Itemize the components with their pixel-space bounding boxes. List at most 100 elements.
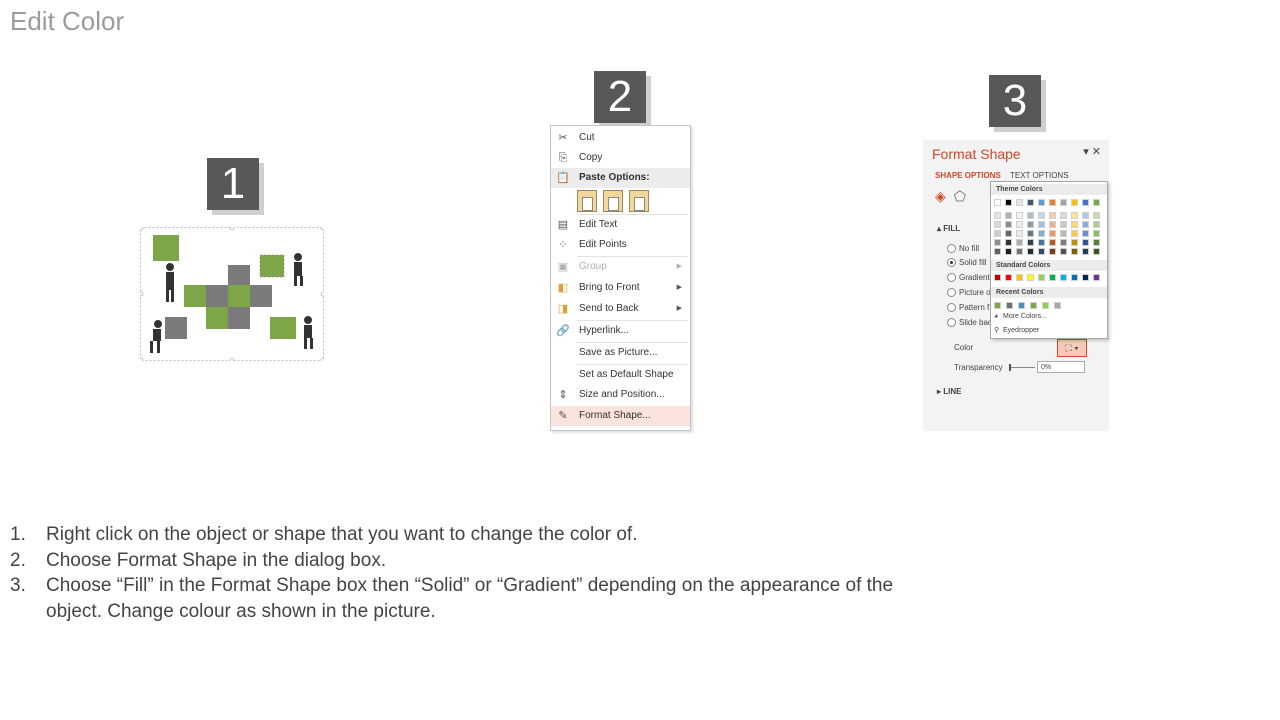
theme-shade-swatch[interactable] (1093, 212, 1100, 219)
paste-keep-format-icon[interactable] (603, 190, 623, 212)
standard-color-swatch[interactable] (1093, 274, 1100, 281)
pane-options-icon[interactable]: ▾ (1083, 146, 1089, 158)
standard-color-swatch[interactable] (1016, 274, 1023, 281)
radio-button[interactable] (947, 303, 956, 313)
radio-pattern-fill[interactable]: Pattern f (947, 303, 989, 313)
theme-shade-swatch[interactable] (994, 212, 1001, 219)
recent-color-swatch[interactable] (994, 302, 1001, 309)
theme-shade-swatch[interactable] (1071, 230, 1078, 237)
theme-shade-swatch[interactable] (1060, 248, 1067, 255)
theme-shade-swatch[interactable] (1049, 230, 1056, 237)
recent-color-swatch[interactable] (1054, 302, 1061, 309)
menu-item-cut[interactable]: ✂ Cut (551, 128, 690, 148)
radio-solid-fill[interactable]: Solid fill (947, 258, 987, 268)
standard-color-swatch[interactable] (1082, 274, 1089, 281)
theme-shade-swatch[interactable] (994, 248, 1001, 255)
tab-text-options[interactable]: TEXT OPTIONS (1010, 171, 1069, 180)
theme-color-swatch[interactable] (1038, 199, 1045, 206)
theme-shade-swatch[interactable] (1093, 221, 1100, 228)
menu-item-edit-text[interactable]: ▤ Edit Text (551, 215, 690, 235)
theme-shade-swatch[interactable] (1060, 212, 1067, 219)
theme-shade-swatch[interactable] (1027, 212, 1034, 219)
standard-color-swatch[interactable] (1005, 274, 1012, 281)
eyedropper-link[interactable]: ⚲ Eyedropper (994, 326, 1039, 334)
paste-picture-icon[interactable] (629, 190, 649, 212)
radio-button-selected[interactable] (947, 258, 956, 268)
theme-shade-swatch[interactable] (1005, 212, 1012, 219)
theme-shade-swatch[interactable] (1005, 248, 1012, 255)
theme-shade-swatch[interactable] (994, 230, 1001, 237)
menu-item-hyperlink[interactable]: 🔗 Hyperlink... (551, 321, 690, 341)
transparency-slider[interactable] (1009, 367, 1035, 368)
color-picker-button[interactable]: ⛶ ▾ (1057, 339, 1087, 357)
theme-shade-swatch[interactable] (1071, 221, 1078, 228)
recent-color-swatch[interactable] (1042, 302, 1049, 309)
menu-item-size-and-position[interactable]: ⇕ Size and Position... (551, 385, 690, 405)
menu-item-edit-points[interactable]: ⁘ Edit Points (551, 235, 690, 255)
line-section-header[interactable]: ▸ LINE (937, 387, 961, 396)
theme-color-swatch[interactable] (1005, 199, 1012, 206)
menu-item-format-shape[interactable]: ✎ Format Shape... (551, 406, 690, 426)
radio-button[interactable] (947, 244, 956, 254)
menu-item-set-default-shape[interactable]: Set as Default Shape (551, 365, 690, 385)
transparency-input[interactable]: 0% (1037, 361, 1085, 373)
theme-shade-swatch[interactable] (1060, 230, 1067, 237)
radio-button[interactable] (947, 288, 956, 298)
theme-color-swatch[interactable] (1049, 199, 1056, 206)
theme-shade-swatch[interactable] (994, 221, 1001, 228)
theme-shade-swatch[interactable] (1016, 239, 1023, 246)
theme-shade-swatch[interactable] (1038, 248, 1045, 255)
theme-color-swatch[interactable] (1071, 199, 1078, 206)
radio-button[interactable] (947, 273, 956, 283)
theme-shade-swatch[interactable] (1016, 212, 1023, 219)
menu-item-send-to-back[interactable]: ◨ Send to Back ▶ (551, 299, 690, 319)
puzzle-illustration[interactable] (140, 227, 324, 361)
close-icon[interactable]: ✕ (1092, 146, 1101, 158)
radio-no-fill[interactable]: No fill (947, 244, 979, 254)
transparency-slider-thumb[interactable] (1009, 364, 1011, 371)
standard-color-swatch[interactable] (994, 274, 1001, 281)
theme-color-swatch[interactable] (994, 199, 1001, 206)
radio-slide-background-fill[interactable]: Slide bac (947, 318, 992, 328)
theme-color-swatch[interactable] (1016, 199, 1023, 206)
effects-pentagon-icon[interactable]: ⬠ (954, 188, 966, 204)
standard-color-swatch[interactable] (1027, 274, 1034, 281)
standard-color-swatch[interactable] (1060, 274, 1067, 281)
theme-shade-swatch[interactable] (1038, 230, 1045, 237)
menu-item-bring-to-front[interactable]: ◧ Bring to Front ▶ (551, 278, 690, 298)
fill-line-icon[interactable]: ◈ (935, 188, 946, 204)
theme-shade-swatch[interactable] (1016, 221, 1023, 228)
theme-color-swatch[interactable] (1082, 199, 1089, 206)
menu-item-save-as-picture[interactable]: Save as Picture... (551, 343, 690, 363)
theme-shade-swatch[interactable] (1049, 248, 1056, 255)
theme-shade-swatch[interactable] (1071, 212, 1078, 219)
theme-shade-swatch[interactable] (1082, 230, 1089, 237)
theme-shade-swatch[interactable] (1093, 230, 1100, 237)
standard-color-swatch[interactable] (1038, 274, 1045, 281)
theme-shade-swatch[interactable] (1038, 212, 1045, 219)
tab-shape-options[interactable]: SHAPE OPTIONS (935, 171, 1001, 180)
recent-color-swatch[interactable] (1006, 302, 1013, 309)
theme-shade-swatch[interactable] (1027, 248, 1034, 255)
theme-color-swatch[interactable] (1060, 199, 1067, 206)
standard-color-swatch[interactable] (1071, 274, 1078, 281)
theme-shade-swatch[interactable] (1005, 239, 1012, 246)
theme-shade-swatch[interactable] (1027, 230, 1034, 237)
theme-shade-swatch[interactable] (1082, 212, 1089, 219)
theme-color-swatch[interactable] (1027, 199, 1034, 206)
theme-shade-swatch[interactable] (1005, 221, 1012, 228)
theme-shade-swatch[interactable] (1049, 212, 1056, 219)
theme-shade-swatch[interactable] (1082, 248, 1089, 255)
recent-color-swatch[interactable] (1030, 302, 1037, 309)
menu-item-copy[interactable]: ⎘ Copy (551, 148, 690, 168)
theme-shade-swatch[interactable] (1027, 221, 1034, 228)
theme-shade-swatch[interactable] (1071, 248, 1078, 255)
theme-shade-swatch[interactable] (1038, 239, 1045, 246)
fill-section-header[interactable]: ▴ FILL (937, 224, 960, 233)
theme-shade-swatch[interactable] (1027, 239, 1034, 246)
theme-shade-swatch[interactable] (1060, 221, 1067, 228)
theme-shade-swatch[interactable] (1082, 221, 1089, 228)
radio-gradient-fill[interactable]: Gradient (947, 273, 990, 283)
theme-shade-swatch[interactable] (1071, 239, 1078, 246)
theme-shade-swatch[interactable] (1049, 221, 1056, 228)
